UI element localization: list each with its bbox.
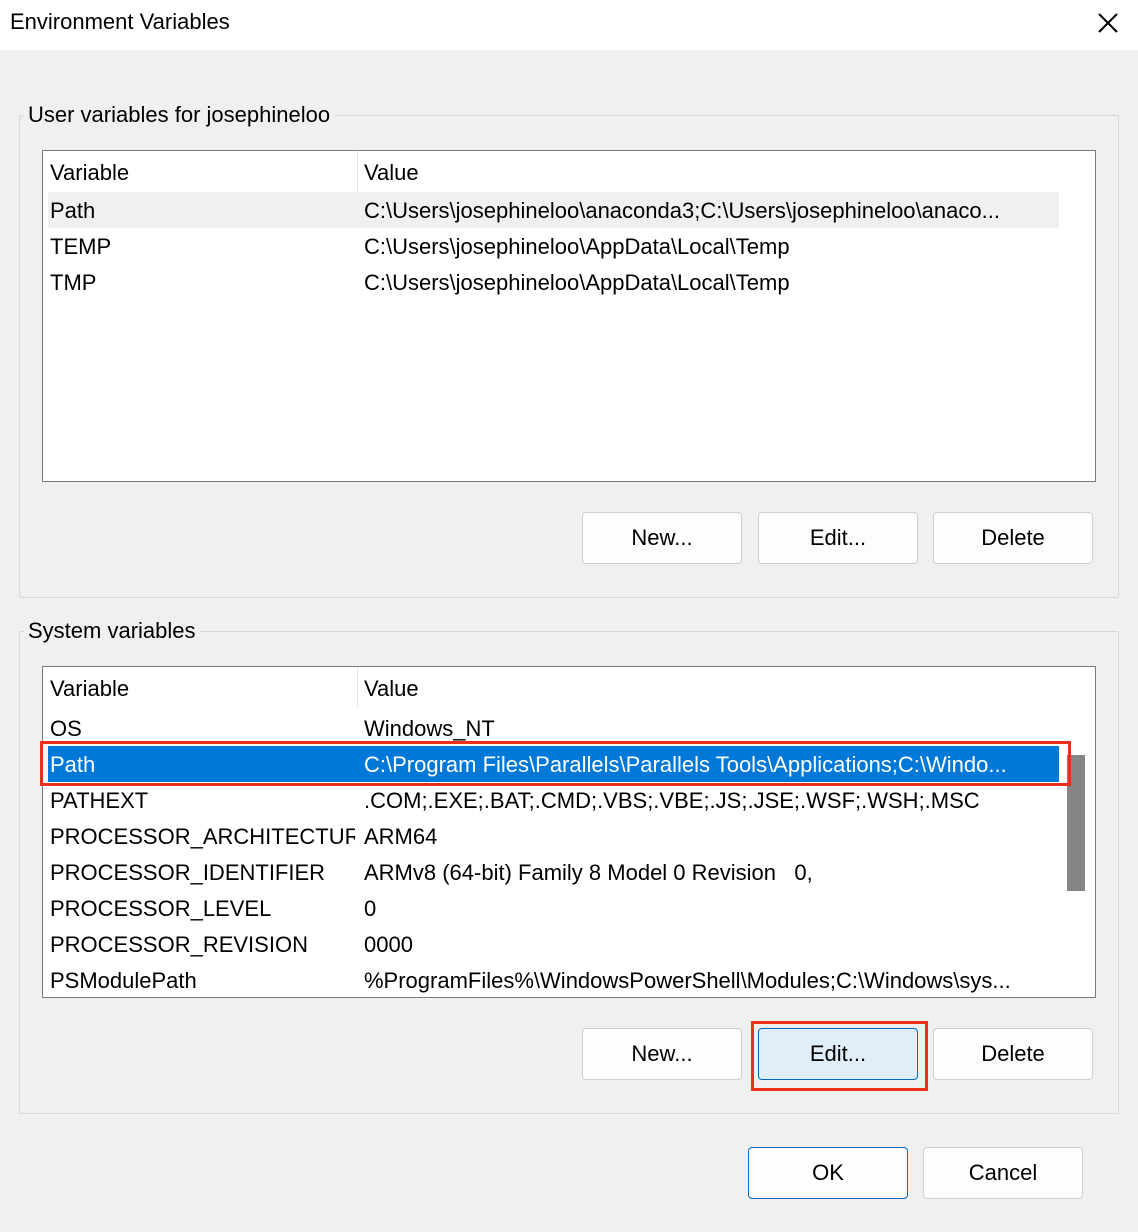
cancel-button[interactable]: Cancel — [923, 1147, 1083, 1199]
close-icon — [1098, 13, 1118, 33]
system-row-os[interactable]: OS Windows_NT — [48, 710, 1059, 746]
variable-name: OS — [50, 716, 82, 741]
variable-name: PROCESSOR_IDENTIFIER — [50, 860, 326, 885]
variable-value: .COM;.EXE;.BAT;.CMD;.VBS;.VBE;.JS;.JSE;.… — [364, 788, 980, 813]
variable-value: Windows_NT — [364, 716, 495, 741]
system-row-processor-level[interactable]: PROCESSOR_LEVEL 0 — [48, 890, 1059, 926]
user-variables-label: User variables for josephineloo — [24, 102, 335, 128]
ok-button[interactable]: OK — [748, 1147, 908, 1199]
column-header-value[interactable]: Value — [357, 151, 419, 191]
variable-value: C:\Users\josephineloo\AppData\Local\Temp — [364, 270, 790, 295]
user-delete-button[interactable]: Delete — [933, 512, 1093, 564]
user-row-tmp[interactable]: TMP C:\Users\josephineloo\AppData\Local\… — [48, 264, 1059, 300]
variable-value: ARM64 — [364, 824, 438, 849]
system-edit-button[interactable]: Edit... — [758, 1028, 918, 1080]
variable-value: %ProgramFiles%\WindowsPowerShell\Modules… — [364, 968, 1011, 993]
system-row-processor-revision[interactable]: PROCESSOR_REVISION 0000 — [48, 926, 1059, 962]
variable-name: PSModulePath — [50, 968, 197, 993]
variable-name: PROCESSOR_LEVEL — [50, 896, 272, 921]
system-delete-button[interactable]: Delete — [933, 1028, 1093, 1080]
variable-name: TMP — [50, 270, 97, 295]
user-list-header: Variable Value — [43, 151, 1059, 191]
variable-name: PROCESSOR_REVISION — [50, 932, 308, 957]
system-list-header: Variable Value — [43, 667, 1059, 707]
variable-value: C:\Users\josephineloo\AppData\Local\Temp — [364, 234, 790, 259]
system-row-path[interactable]: Path C:\Program Files\Parallels\Parallel… — [48, 746, 1059, 782]
column-header-variable[interactable]: Variable — [43, 667, 129, 707]
column-header-variable[interactable]: Variable — [43, 151, 129, 191]
variable-name: PATHEXT — [50, 788, 149, 813]
variable-value: 0000 — [364, 932, 413, 957]
system-new-button[interactable]: New... — [582, 1028, 742, 1080]
system-row-processor-architecture[interactable]: PROCESSOR_ARCHITECTURE ARM64 — [48, 818, 1059, 854]
system-variables-label: System variables — [24, 618, 200, 644]
user-row-path[interactable]: Path C:\Users\josephineloo\anaconda3;C:\… — [48, 192, 1059, 228]
system-row-processor-identifier[interactable]: PROCESSOR_IDENTIFIER ARMv8 (64-bit) Fami… — [48, 854, 1059, 890]
variable-name: Path — [50, 198, 96, 223]
user-variables-list[interactable]: Variable Value Path C:\Users\josephinelo… — [42, 150, 1096, 482]
scrollbar-thumb[interactable] — [1067, 755, 1085, 891]
variable-value: C:\Users\josephineloo\anaconda3;C:\Users… — [364, 198, 1000, 223]
variable-name: Path — [50, 752, 96, 777]
user-edit-button[interactable]: Edit... — [758, 512, 918, 564]
user-row-temp[interactable]: TEMP C:\Users\josephineloo\AppData\Local… — [48, 228, 1059, 264]
column-header-value[interactable]: Value — [357, 667, 419, 707]
variable-name: TEMP — [50, 234, 112, 259]
system-variables-list[interactable]: Variable Value OS Windows_NT Path C:\Pro… — [42, 666, 1096, 998]
variable-value: C:\Program Files\Parallels\Parallels Too… — [364, 752, 1007, 777]
variable-name: PROCESSOR_ARCHITECTURE — [50, 824, 355, 849]
variable-value: 0 — [364, 896, 377, 921]
variable-value: ARMv8 (64-bit) Family 8 Model 0 Revision… — [364, 860, 813, 885]
title-bar: Environment Variables — [0, 0, 1138, 50]
user-new-button[interactable]: New... — [582, 512, 742, 564]
system-row-pathext[interactable]: PATHEXT .COM;.EXE;.BAT;.CMD;.VBS;.VBE;.J… — [48, 782, 1059, 818]
close-button[interactable] — [1078, 0, 1138, 46]
window-title: Environment Variables — [10, 9, 230, 34]
system-row-psmodulepath[interactable]: PSModulePath %ProgramFiles%\WindowsPower… — [48, 962, 1059, 997]
